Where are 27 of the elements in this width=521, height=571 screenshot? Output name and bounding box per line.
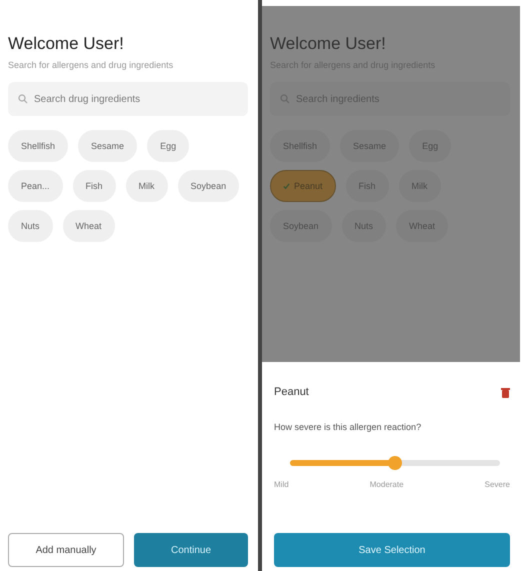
allergen-chip[interactable]: Soybean	[178, 170, 240, 202]
allergen-chip[interactable]: Sesame	[78, 130, 138, 162]
search-field[interactable]: Search drug ingredients	[8, 82, 248, 116]
severity-label: Severe	[484, 480, 510, 489]
subtitle: Search for allergens and drug ingredients	[8, 60, 174, 70]
allergen-chip[interactable]: Wheat	[62, 210, 115, 242]
add-manually-button[interactable]: Add manually	[8, 533, 124, 567]
search-icon	[18, 94, 28, 104]
welcome-title: Welcome User!	[270, 34, 387, 54]
allergen-chip[interactable]: Shellfish	[8, 130, 68, 162]
severity-label: Mild	[274, 480, 289, 489]
allergen-chip[interactable]: Nuts	[8, 210, 53, 242]
check-icon	[283, 182, 290, 190]
allergen-chip[interactable]: Milk	[126, 170, 168, 202]
allergen-chip[interactable]: Egg	[147, 130, 190, 162]
severity-label: Moderate	[370, 480, 404, 489]
search-icon	[280, 94, 290, 104]
slider-thumb[interactable]	[388, 456, 402, 470]
allergen-chip[interactable]: Peanut	[270, 170, 336, 202]
severity-question: How severe is this allergen reaction?	[274, 422, 422, 432]
allergen-name: Peanut	[274, 386, 309, 398]
allergen-chip[interactable]: Pean...	[8, 170, 63, 202]
allergen-chip[interactable]: Fish	[72, 170, 116, 202]
welcome-title: Welcome User!	[8, 34, 125, 54]
continue-button[interactable]: Continue	[134, 533, 248, 567]
save-selection-button[interactable]: Save Selection	[274, 533, 510, 567]
trash-icon[interactable]	[501, 386, 510, 398]
